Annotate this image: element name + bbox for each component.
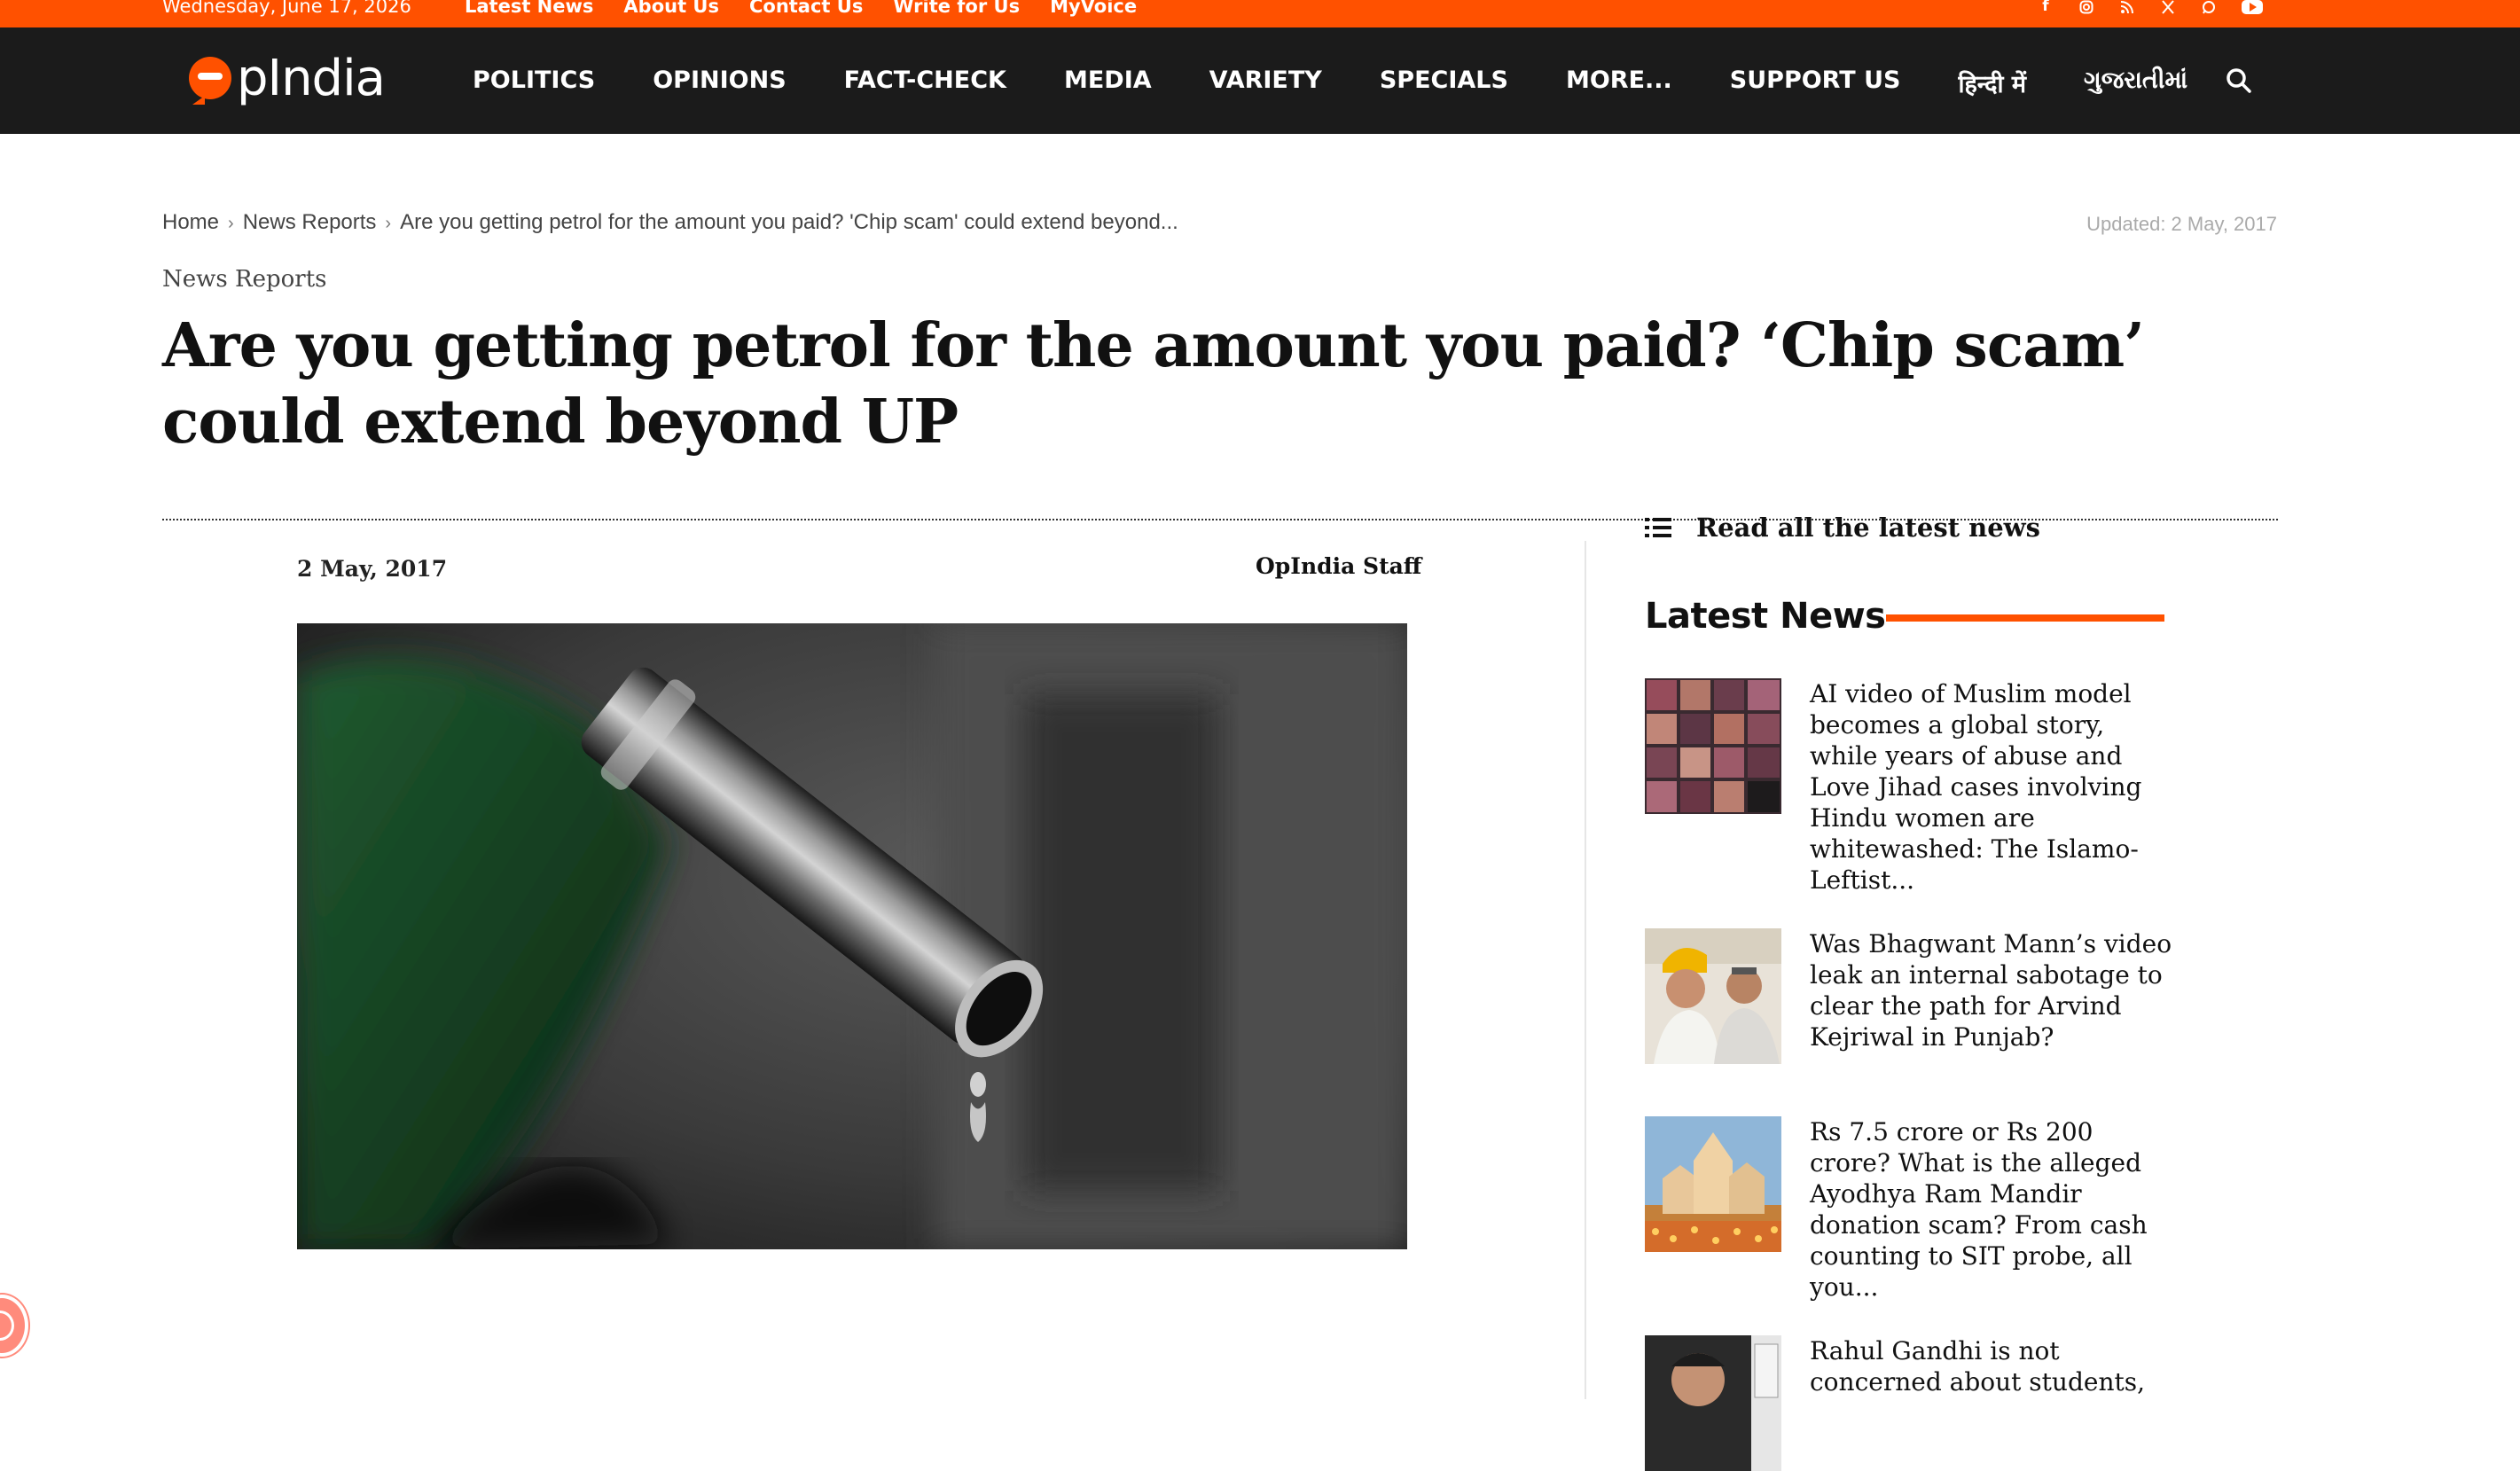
x-icon[interactable]	[2160, 0, 2176, 14]
top-links: Latest News About Us Contact Us Write fo…	[465, 0, 1137, 17]
article-category[interactable]: News Reports	[162, 266, 326, 293]
breadcrumb: Home › News Reports › Are you getting petrol…	[162, 210, 1178, 235]
main-header: pIndia POLITICS OPINIONS FACT-CHECK MEDI…	[0, 27, 2520, 134]
logo-mark-icon	[189, 57, 231, 105]
news-thumbnail[interactable]	[1645, 1335, 1781, 1471]
nav-fact-check[interactable]: FACT-CHECK	[844, 67, 1006, 99]
article-date: 2 May, 2017	[297, 556, 448, 582]
current-date: Wednesday, June 17, 2026	[162, 0, 411, 17]
facebook-icon[interactable]: f	[2038, 0, 2054, 14]
breadcrumb-separator-icon: ›	[385, 214, 392, 233]
nav-variety[interactable]: VARIETY	[1209, 67, 1322, 99]
list-icon	[1645, 517, 1671, 538]
nav-gujarati[interactable]: ગુજરાતીમાં	[2084, 67, 2187, 99]
top-link-latest-news[interactable]: Latest News	[465, 0, 593, 17]
updated-date: Updated: 2 May, 2017	[2086, 213, 2277, 235]
nav-more[interactable]: MORE...	[1566, 67, 1672, 99]
breadcrumb-section[interactable]: News Reports	[243, 210, 377, 234]
search-icon[interactable]	[2226, 67, 2252, 94]
column-divider	[1585, 541, 1586, 1399]
top-bar: Wednesday, June 17, 2026 Latest News Abo…	[0, 0, 2520, 27]
breadcrumb-current: Are you getting petrol for the amount yo…	[400, 210, 1178, 234]
main-nav: POLITICS OPINIONS FACT-CHECK MEDIA VARIE…	[473, 67, 2245, 99]
floating-action-icon[interactable]	[0, 1295, 28, 1357]
site-logo[interactable]: pIndia	[189, 47, 386, 109]
youtube-icon[interactable]	[2242, 0, 2263, 14]
news-headline[interactable]: Rahul Gandhi is not concerned about stud…	[1810, 1335, 2173, 1471]
article-title: Are you getting petrol for the amount yo…	[162, 310, 2145, 458]
nav-support-us[interactable]: SUPPORT US	[1730, 67, 1901, 99]
top-link-write-for-us[interactable]: Write for Us	[893, 0, 1020, 17]
latest-news-item[interactable]: AI video of Muslim model becomes a globa…	[1645, 678, 2195, 896]
read-all-latest-news-link[interactable]: Read all the latest news	[1645, 513, 2040, 543]
instagram-icon[interactable]	[2078, 0, 2094, 14]
latest-news-item[interactable]: Rahul Gandhi is not concerned about stud…	[1645, 1335, 2195, 1471]
nav-politics[interactable]: POLITICS	[473, 67, 595, 99]
nav-specials[interactable]: SPECIALS	[1380, 67, 1508, 99]
breadcrumb-home[interactable]: Home	[162, 210, 219, 234]
news-thumbnail[interactable]	[1645, 1116, 1781, 1252]
top-link-about-us[interactable]: About Us	[623, 0, 719, 17]
news-headline[interactable]: AI video of Muslim model becomes a globa…	[1810, 678, 2173, 896]
social-links: f	[2038, 0, 2263, 14]
news-thumbnail[interactable]	[1645, 928, 1781, 1064]
breadcrumb-separator-icon: ›	[228, 214, 234, 233]
news-thumbnail[interactable]	[1645, 678, 1781, 814]
latest-news-heading: Latest News	[1645, 596, 1886, 637]
whatsapp-icon[interactable]	[2201, 0, 2217, 14]
latest-news-item[interactable]: Was Bhagwant Mann’s video leak an intern…	[1645, 928, 2195, 1064]
top-link-myvoice[interactable]: MyVoice	[1050, 0, 1137, 17]
read-all-label: Read all the latest news	[1696, 513, 2040, 543]
latest-news-accent-bar	[1886, 614, 2164, 622]
rss-icon[interactable]	[2119, 0, 2135, 14]
nav-hindi[interactable]: हिन्दी में	[1958, 67, 2026, 99]
news-headline[interactable]: Rs 7.5 crore or Rs 200 crore? What is th…	[1810, 1116, 2173, 1303]
article-author[interactable]: OpIndia Staff	[1256, 553, 1421, 579]
top-link-contact-us[interactable]: Contact Us	[749, 0, 863, 17]
latest-news-item[interactable]: Rs 7.5 crore or Rs 200 crore? What is th…	[1645, 1116, 2195, 1303]
logo-wordmark: pIndia	[237, 49, 386, 107]
article-hero-image	[297, 623, 1407, 1249]
news-headline[interactable]: Was Bhagwant Mann’s video leak an intern…	[1810, 928, 2173, 1064]
nav-media[interactable]: MEDIA	[1064, 67, 1152, 99]
nav-opinions[interactable]: OPINIONS	[653, 67, 786, 99]
